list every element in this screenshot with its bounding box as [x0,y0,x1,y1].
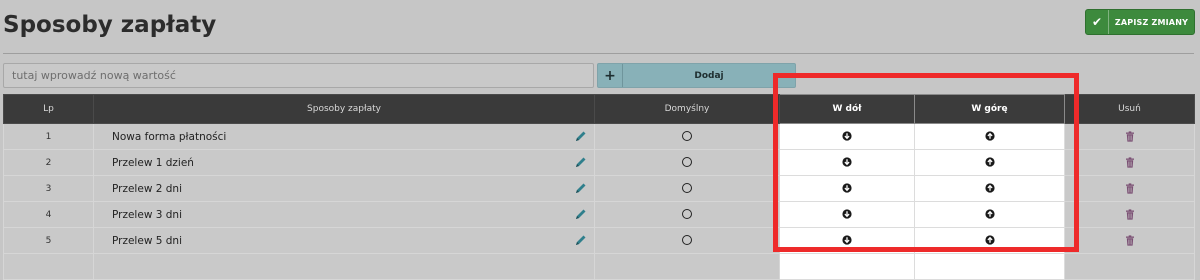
pencil-icon[interactable] [574,207,588,221]
column-header-up: W górę [914,94,1065,124]
default-radio-icon[interactable] [682,157,692,168]
trash-icon[interactable] [1125,131,1135,142]
trash-icon[interactable] [1125,209,1135,220]
payment-method-name: Przelew 3 dni [112,209,182,221]
row-number: 4 [3,201,94,228]
column-header-name: Sposoby zapłaty [93,94,595,124]
name-cell: Przelew 1 dzień [93,149,595,176]
arrow-up-icon[interactable] [984,209,995,219]
empty-cell [93,253,595,280]
arrow-down-icon[interactable] [842,209,852,219]
table-row: 3 Przelew 2 dni [3,175,1195,202]
column-header-default: Domyślny [594,94,780,124]
table-row [3,253,1195,280]
arrow-up-icon[interactable] [984,131,995,141]
column-header-lp: Lp [3,94,94,124]
move-up-cell [914,149,1065,176]
default-cell [594,227,780,254]
check-icon: ✔ [1086,10,1109,34]
move-up-cell [914,227,1065,254]
empty-cell [779,253,915,280]
name-cell: Przelew 3 dni [93,201,595,228]
default-cell [594,175,780,202]
payment-method-name: Przelew 5 dni [112,235,182,247]
move-down-cell [779,201,915,228]
move-up-cell [914,123,1065,150]
default-cell [594,149,780,176]
arrow-down-icon[interactable] [842,235,852,245]
delete-cell [1064,227,1195,254]
default-cell [594,123,780,150]
default-radio-icon[interactable] [682,183,692,194]
delete-cell [1064,149,1195,176]
add-button-label: Dodaj [694,70,724,81]
pencil-icon[interactable] [574,233,588,247]
row-number: 2 [3,149,94,176]
name-cell: Przelew 2 dni [93,175,595,202]
plus-icon: + [598,64,623,87]
pencil-icon[interactable] [574,129,588,143]
arrow-down-icon[interactable] [842,157,852,167]
arrow-down-icon[interactable] [842,131,852,141]
name-cell: Przelew 5 dni [93,227,595,254]
delete-cell [1064,175,1195,202]
trash-icon[interactable] [1125,157,1135,168]
empty-cell [1064,253,1195,280]
empty-cell [914,253,1065,280]
table-row: 4 Przelew 3 dni [3,201,1195,228]
trash-icon[interactable] [1125,183,1135,194]
pencil-icon[interactable] [574,181,588,195]
table-row: 1 Nowa forma płatności [3,123,1195,150]
delete-cell [1064,123,1195,150]
arrow-up-icon[interactable] [984,235,995,245]
payment-method-name: Przelew 2 dni [112,183,182,195]
table-header-row: Lp Sposoby zapłaty Domyślny W dół W górę… [3,94,1195,124]
delete-cell [1064,201,1195,228]
column-header-down: W dół [779,94,915,124]
empty-cell [594,253,780,280]
name-cell: Nowa forma płatności [93,123,595,150]
move-down-cell [779,123,915,150]
default-radio-icon[interactable] [682,131,692,142]
payment-methods-table: Lp Sposoby zapłaty Domyślny W dół W górę… [3,94,1195,280]
header-divider [3,53,1194,54]
pencil-icon[interactable] [574,155,588,169]
move-down-cell [779,175,915,202]
payment-method-name: Przelew 1 dzień [112,157,194,169]
move-down-cell [779,227,915,254]
default-radio-icon[interactable] [682,209,692,220]
row-number: 5 [3,227,94,254]
move-down-cell [779,149,915,176]
add-button[interactable]: + Dodaj [597,63,796,88]
default-radio-icon[interactable] [682,235,692,246]
move-up-cell [914,201,1065,228]
trash-icon[interactable] [1125,235,1135,246]
row-number: 1 [3,123,94,150]
new-value-input[interactable] [3,63,594,88]
empty-cell [3,253,94,280]
default-cell [594,201,780,228]
save-changes-button[interactable]: ✔ ZAPISZ ZMIANY [1085,9,1195,35]
arrow-up-icon[interactable] [984,183,995,193]
page-title: Sposoby zapłaty [3,12,217,38]
arrow-up-icon[interactable] [984,157,995,167]
row-number: 3 [3,175,94,202]
payment-method-name: Nowa forma płatności [112,131,227,143]
save-changes-label: ZAPISZ ZMIANY [1114,17,1189,27]
arrow-down-icon[interactable] [842,183,852,193]
move-up-cell [914,175,1065,202]
table-row: 5 Przelew 5 dni [3,227,1195,254]
table-row: 2 Przelew 1 dzień [3,149,1195,176]
column-header-delete: Usuń [1064,94,1195,124]
